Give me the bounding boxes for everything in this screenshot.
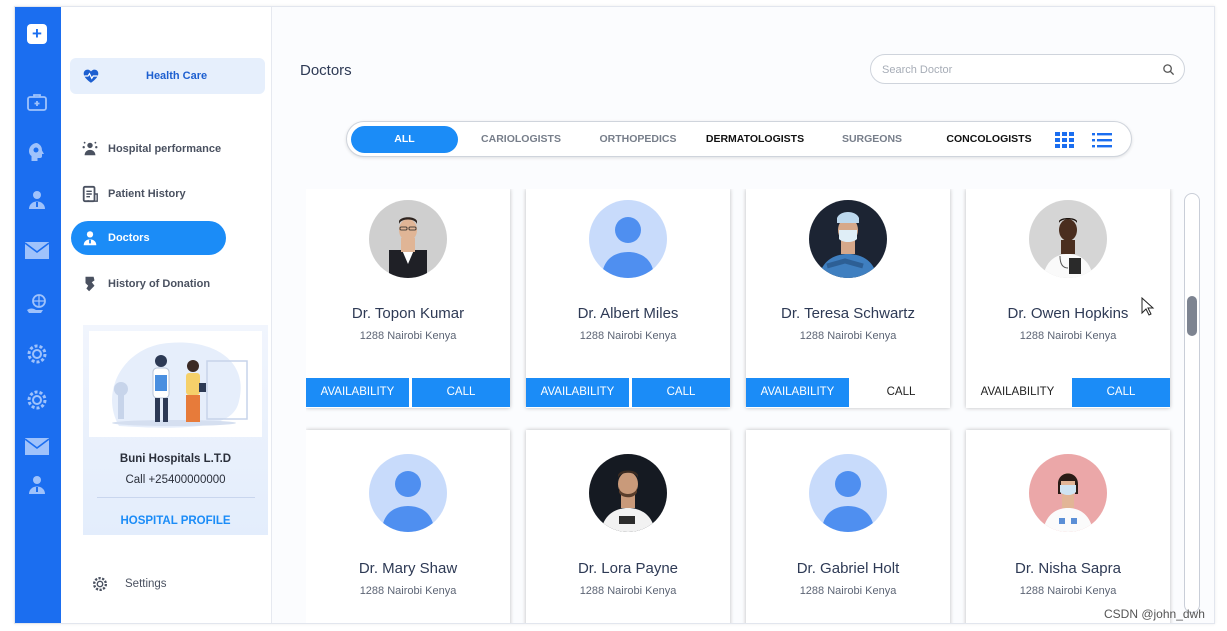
hospital-promo-card: Buni Hospitals L.T.D Call +25400000000 H… xyxy=(83,325,268,535)
doctor-card-grid: Dr. Topon Kumar 1288 Nairobi Kenya AVAIL… xyxy=(306,189,1176,623)
doctor-card[interactable]: Dr. Mary Shaw 1288 Nairobi Kenya xyxy=(306,430,510,623)
history-icon xyxy=(81,185,99,203)
gear-icon[interactable] xyxy=(24,341,50,367)
search-icon[interactable] xyxy=(1162,63,1175,76)
search-box xyxy=(870,54,1185,84)
doctor-name: Dr. Teresa Schwartz xyxy=(781,305,915,322)
doctor-location: 1288 Nairobi Kenya xyxy=(1019,330,1117,342)
doctor-icon[interactable] xyxy=(24,472,50,498)
mail-icon[interactable] xyxy=(24,237,50,263)
gear-icon[interactable] xyxy=(24,387,50,413)
icon-rail: + xyxy=(15,7,61,623)
scrollbar[interactable] xyxy=(1184,193,1200,613)
performance-icon xyxy=(81,140,99,158)
gear-icon xyxy=(92,576,108,592)
sidebar-item-label: History of Donation xyxy=(108,278,211,290)
doctor-name: Dr. Mary Shaw xyxy=(358,560,458,577)
doctor-card[interactable]: Dr. Lora Payne 1288 Nairobi Kenya xyxy=(526,430,730,623)
doctor-avatar xyxy=(589,454,667,532)
call-button[interactable]: CALL xyxy=(632,378,730,407)
doctor-location: 1288 Nairobi Kenya xyxy=(1019,585,1117,597)
doctor-card[interactable]: Dr. Owen Hopkins 1288 Nairobi Kenya AVAI… xyxy=(966,189,1170,408)
list-view-icon[interactable] xyxy=(1092,131,1112,149)
doctor-card[interactable]: Dr. Nisha Sapra 1288 Nairobi Kenya xyxy=(966,430,1170,623)
call-button[interactable]: CALL xyxy=(852,378,950,407)
hospital-phone: Call +25400000000 xyxy=(125,474,226,486)
doctor-avatar-placeholder xyxy=(369,454,447,532)
availability-button[interactable]: AVAILABILITY xyxy=(526,378,629,407)
settings-label: Settings xyxy=(125,578,167,590)
settings-link[interactable]: Settings xyxy=(91,575,167,593)
app-logo-icon[interactable]: + xyxy=(27,24,47,44)
tab-surgeons[interactable]: SURGEONS xyxy=(831,126,913,153)
tab-all[interactable]: ALL xyxy=(351,126,458,153)
brand-label: Health Care xyxy=(146,70,208,82)
doctor-location: 1288 Nairobi Kenya xyxy=(799,585,897,597)
sidebar-item-label: Patient History xyxy=(108,188,186,200)
sidebar-item-history-of-donation[interactable]: History of Donation xyxy=(71,267,226,301)
brand-badge[interactable]: Health Care xyxy=(70,58,265,94)
doctor-location: 1288 Nairobi Kenya xyxy=(579,330,677,342)
availability-button[interactable]: AVAILABILITY xyxy=(966,378,1069,407)
mail-icon[interactable] xyxy=(24,433,50,459)
doctor-icon[interactable] xyxy=(24,187,50,213)
doctor-icon xyxy=(81,229,99,247)
doctor-location: 1288 Nairobi Kenya xyxy=(579,585,677,597)
doctor-avatar-placeholder xyxy=(809,454,887,532)
tab-orthopedics[interactable]: ORTHOPEDICS xyxy=(593,126,683,153)
donation-icon xyxy=(81,275,99,293)
doctor-name: Dr. Lora Payne xyxy=(577,560,679,577)
availability-button[interactable]: AVAILABILITY xyxy=(746,378,849,407)
doctor-name: Dr. Topon Kumar xyxy=(351,305,465,322)
mouse-cursor-icon xyxy=(1141,297,1155,316)
tab-concologists[interactable]: CONCOLOGISTS xyxy=(937,126,1041,153)
sidebar-item-label: Hospital performance xyxy=(108,143,222,155)
hospital-profile-link[interactable]: HOSPITAL PROFILE xyxy=(83,515,268,527)
doctor-name: Dr. Gabriel Holt xyxy=(796,560,900,577)
tab-dermatologists[interactable]: DERMATOLOGISTS xyxy=(699,126,811,153)
watermark: CSDN @john_dwh xyxy=(1104,607,1205,621)
doctor-name: Dr. Nisha Sapra xyxy=(1015,560,1121,577)
tab-cariologists[interactable]: CARIOLOGISTS xyxy=(471,126,571,153)
divider xyxy=(97,497,255,498)
call-button[interactable]: CALL xyxy=(412,378,510,407)
app-window: + Health Care Hospital performance Patie… xyxy=(14,6,1215,624)
sidebar-item-hospital-performance[interactable]: Hospital performance xyxy=(71,132,226,166)
doctor-location: 1288 Nairobi Kenya xyxy=(799,330,897,342)
main-content: Doctors ALL CARIOLOGISTS ORTHOPEDICS DER… xyxy=(272,7,1214,623)
doctor-card[interactable]: Dr. Topon Kumar 1288 Nairobi Kenya AVAIL… xyxy=(306,189,510,408)
search-input[interactable] xyxy=(882,61,1152,78)
sidebar-item-patient-history[interactable]: Patient History xyxy=(71,177,226,211)
availability-button[interactable]: AVAILABILITY xyxy=(306,378,409,407)
global-care-icon[interactable] xyxy=(24,291,50,317)
doctor-location: 1288 Nairobi Kenya xyxy=(359,330,457,342)
doctor-location: 1288 Nairobi Kenya xyxy=(359,585,457,597)
grid-view-icon[interactable] xyxy=(1055,131,1075,149)
hospital-name: Buni Hospitals L.T.D xyxy=(119,453,232,465)
specialty-filter-bar: ALL CARIOLOGISTS ORTHOPEDICS DERMATOLOGI… xyxy=(346,121,1132,157)
doctor-name: Dr. Albert Miles xyxy=(577,305,679,322)
doctor-card[interactable]: Dr. Albert Miles 1288 Nairobi Kenya AVAI… xyxy=(526,189,730,408)
heartbeat-icon xyxy=(83,69,99,83)
doctor-card[interactable]: Dr. Gabriel Holt 1288 Nairobi Kenya xyxy=(746,430,950,623)
doctor-avatar xyxy=(1029,454,1107,532)
sidebar-item-label: Doctors xyxy=(108,232,150,244)
briefcase-icon[interactable] xyxy=(24,89,50,115)
sidebar-item-doctors[interactable]: Doctors xyxy=(71,221,226,255)
doctor-avatar-placeholder xyxy=(589,200,667,278)
doctor-avatar xyxy=(369,200,447,278)
doctor-avatar xyxy=(809,200,887,278)
doctor-name: Dr. Owen Hopkins xyxy=(1007,305,1129,322)
doctor-avatar xyxy=(1029,200,1107,278)
doctor-card[interactable]: Dr. Teresa Schwartz 1288 Nairobi Kenya A… xyxy=(746,189,950,408)
page-title: Doctors xyxy=(300,62,352,79)
scrollbar-thumb[interactable] xyxy=(1187,296,1197,336)
sidebar: Health Care Hospital performance Patient… xyxy=(61,7,272,623)
doctors-illustration xyxy=(89,331,262,437)
brain-icon[interactable] xyxy=(24,139,50,165)
call-button[interactable]: CALL xyxy=(1072,378,1170,407)
